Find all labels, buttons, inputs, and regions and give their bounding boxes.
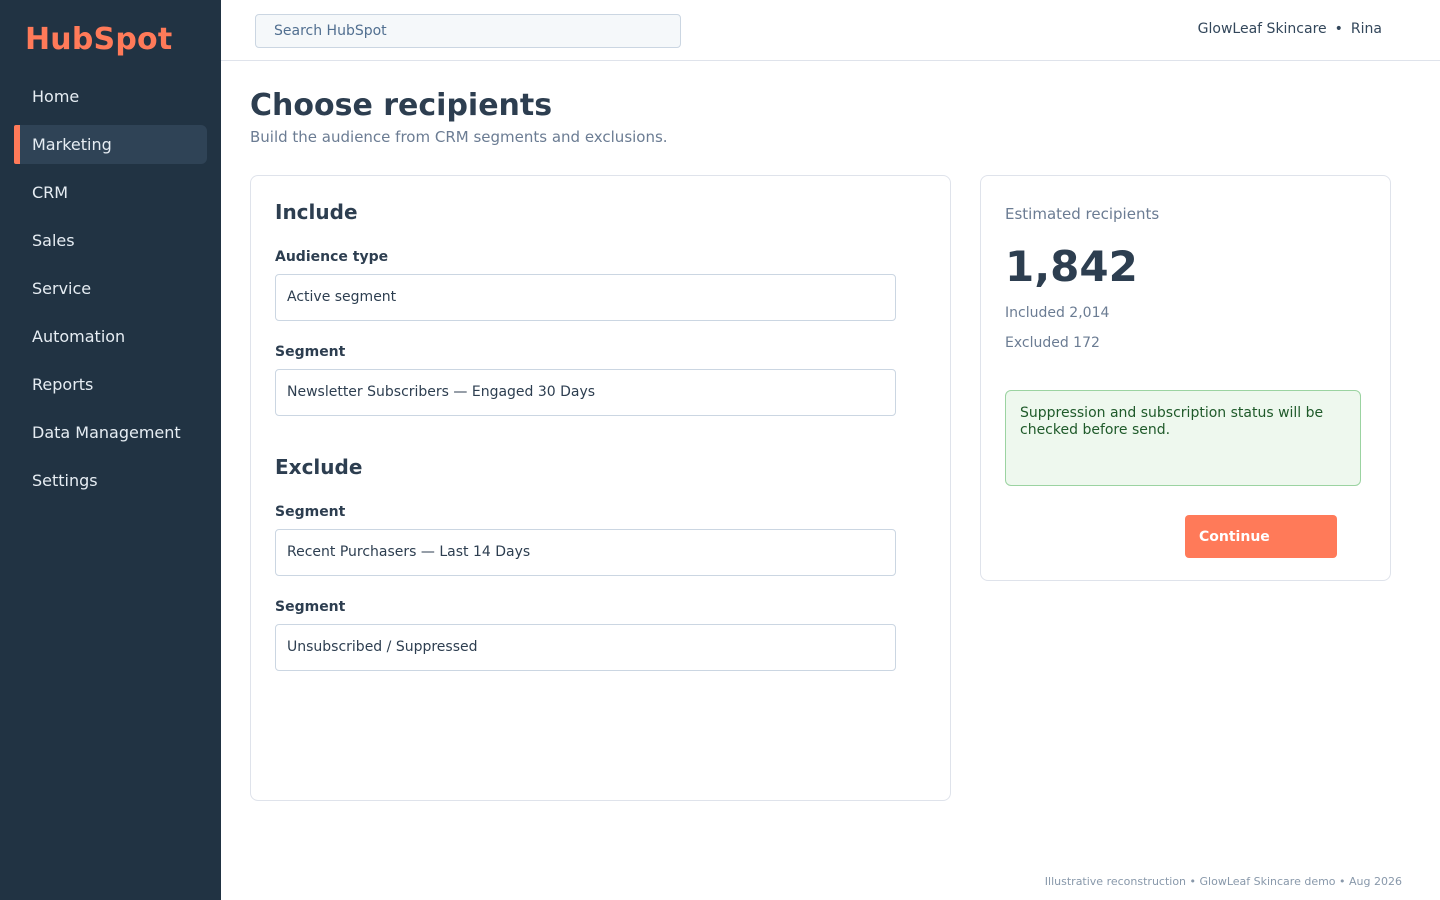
page-subtitle: Build the audience from CRM segments and… [250, 128, 668, 146]
sidebar-item-home[interactable]: Home [14, 77, 207, 116]
sidebar-item-marketing[interactable]: Marketing [14, 125, 207, 164]
page-title: Choose recipients [250, 88, 553, 123]
sidebar-item-crm[interactable]: CRM [14, 173, 207, 212]
topbar: GlowLeaf Skincare • Rina [221, 0, 1440, 61]
account-menu[interactable]: GlowLeaf Skincare • Rina [1198, 21, 1382, 37]
sidebar-item-service[interactable]: Service [14, 269, 207, 308]
include-title: Include [275, 200, 358, 224]
account-separator: • [1334, 21, 1343, 37]
sidebar-item-label: Marketing [32, 135, 112, 154]
audience-type-label: Audience type [275, 249, 389, 265]
exclude-title: Exclude [275, 455, 363, 479]
sidebar-item-label: CRM [32, 183, 69, 202]
estimate-card: Estimated recipients 1,842 Included 2,01… [980, 175, 1391, 581]
user-name: Rina [1350, 21, 1382, 37]
account-name: GlowLeaf Skincare [1197, 21, 1327, 37]
sidebar-item-label: Service [32, 279, 92, 298]
sidebar-nav: Home Marketing CRM Sales Service Automat… [0, 77, 221, 509]
exclude-segment-label: Segment [275, 599, 346, 615]
include-segment-label: Segment [275, 344, 346, 360]
recipients-card: Include Audience type Active segment Seg… [250, 175, 951, 801]
sidebar-item-label: Reports [32, 375, 94, 394]
included-count: Included 2,014 [1005, 305, 1110, 321]
continue-button[interactable]: Continue [1185, 515, 1337, 558]
exclude-segment-select[interactable]: Recent Purchasers — Last 14 Days [275, 529, 896, 576]
hubspot-logo[interactable]: HubSpot [25, 22, 172, 57]
sidebar-item-sales[interactable]: Sales [14, 221, 207, 260]
sidebar-item-label: Settings [32, 471, 98, 490]
sidebar: HubSpot Home Marketing CRM Sales Service… [0, 0, 221, 900]
sidebar-item-automation[interactable]: Automation [14, 317, 207, 356]
sidebar-item-label: Home [32, 87, 80, 106]
audience-type-select[interactable]: Active segment [275, 274, 896, 321]
sidebar-item-label: Sales [32, 231, 75, 250]
search-input[interactable] [255, 14, 681, 48]
footer-note: Illustrative reconstruction • GlowLeaf S… [1044, 875, 1402, 888]
exclude-segment-select[interactable]: Unsubscribed / Suppressed [275, 624, 896, 671]
sidebar-item-data-management[interactable]: Data Management [14, 413, 207, 452]
exclude-segment-label: Segment [275, 504, 346, 520]
estimated-recipients-label: Estimated recipients [1005, 205, 1160, 223]
estimated-recipients-count: 1,842 [1005, 242, 1138, 291]
sidebar-item-label: Automation [32, 327, 126, 346]
suppression-notice: Suppression and subscription status will… [1005, 390, 1361, 486]
sidebar-item-label: Data Management [32, 423, 181, 442]
sidebar-item-settings[interactable]: Settings [14, 461, 207, 500]
excluded-count: Excluded 172 [1005, 335, 1100, 351]
sidebar-item-reports[interactable]: Reports [14, 365, 207, 404]
include-segment-select[interactable]: Newsletter Subscribers — Engaged 30 Days [275, 369, 896, 416]
